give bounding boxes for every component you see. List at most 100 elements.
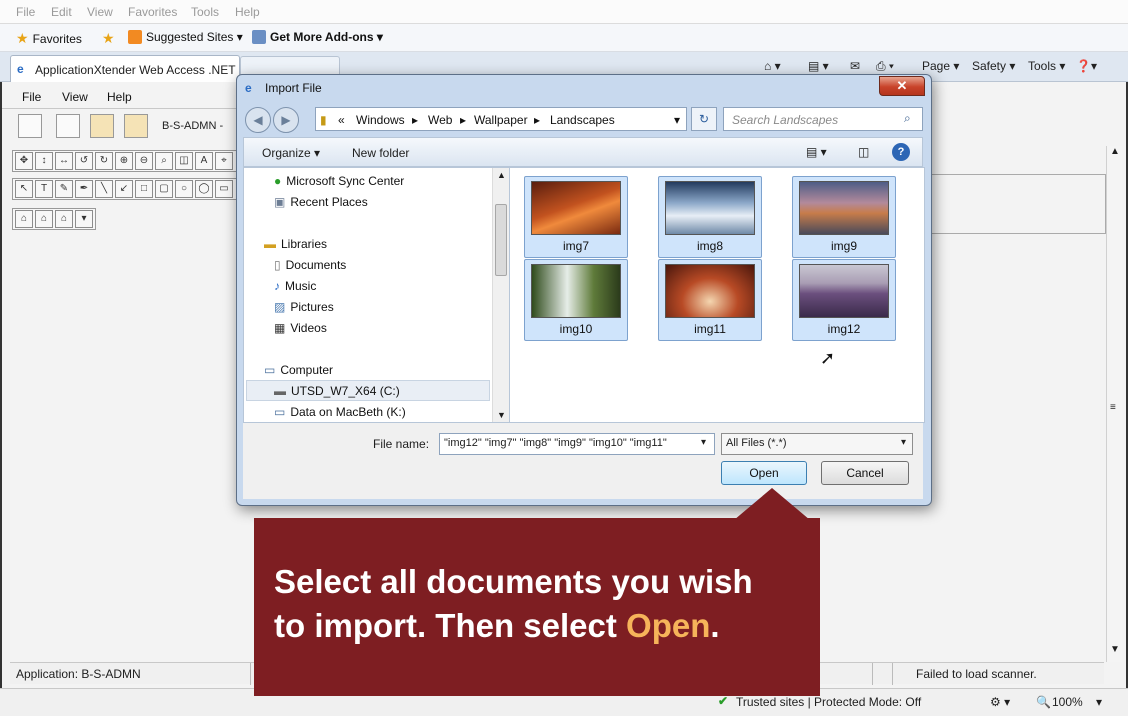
refresh-icon[interactable]: ↻ bbox=[691, 107, 717, 131]
music-icon: ♪ bbox=[274, 279, 280, 293]
region-icon[interactable]: ◫ bbox=[175, 152, 193, 170]
page-menu[interactable]: Page ▾ bbox=[922, 59, 959, 73]
breadcrumb-windows[interactable]: Windows bbox=[356, 113, 405, 127]
magnify-icon[interactable]: ⌕ bbox=[155, 152, 173, 170]
search-input[interactable]: Search Landscapes ⌕ bbox=[723, 107, 923, 131]
file-type-select[interactable]: All Files (*.*) ▾ bbox=[721, 433, 913, 455]
help-icon[interactable]: ? bbox=[892, 143, 910, 161]
nav-item-videos[interactable]: ▦ Videos bbox=[274, 321, 327, 335]
zoom-level[interactable]: 100% bbox=[1052, 695, 1083, 709]
feeds-icon[interactable]: ▤ ▾ bbox=[808, 59, 829, 73]
file-item-img12[interactable]: img12 bbox=[792, 259, 896, 341]
nav-item-recent-places[interactable]: ▣ Recent Places bbox=[274, 195, 368, 209]
batch-icon[interactable] bbox=[56, 114, 80, 138]
nav-item-c-drive[interactable]: ▬ UTSD_W7_X64 (C:) bbox=[274, 384, 400, 398]
ellipse-icon[interactable]: ○ bbox=[175, 180, 193, 198]
rotate-right-icon[interactable]: ↻ bbox=[95, 152, 113, 170]
highlighter-icon[interactable]: ✎ bbox=[55, 180, 73, 198]
nav-scrollbar[interactable]: ▲ ▼ bbox=[492, 168, 509, 422]
ie-menu-file[interactable]: File bbox=[16, 5, 35, 19]
protected-mode-icon[interactable]: ⚙ ▾ bbox=[990, 695, 1010, 709]
file-item-img11[interactable]: img11 bbox=[658, 259, 762, 341]
ie-menu-view[interactable]: View bbox=[87, 5, 113, 19]
breadcrumb-separator-icon[interactable]: ▸ bbox=[412, 113, 418, 127]
cancel-button[interactable]: Cancel bbox=[821, 461, 909, 485]
rectangle-icon[interactable]: □ bbox=[135, 180, 153, 198]
address-dropdown-icon[interactable]: ▾ bbox=[674, 113, 680, 127]
breadcrumb-overflow-icon[interactable]: « bbox=[338, 113, 345, 127]
ie-menu-favorites[interactable]: Favorites bbox=[128, 5, 177, 19]
print-icon[interactable]: ⎙ ▾ bbox=[876, 59, 894, 74]
ie-menu-edit[interactable]: Edit bbox=[51, 5, 72, 19]
pointer-icon[interactable]: ↖ bbox=[15, 180, 33, 198]
nav-item-libraries[interactable]: ▬ Libraries bbox=[264, 237, 327, 251]
nav-item-documents[interactable]: ▯ Documents bbox=[274, 258, 346, 272]
redact-icon[interactable]: ▭ bbox=[215, 180, 233, 198]
text-annotation-icon[interactable]: T bbox=[35, 180, 53, 198]
file-item-img7[interactable]: img7 bbox=[524, 176, 628, 258]
file-item-img9[interactable]: img9 bbox=[792, 176, 896, 258]
breadcrumb-wallpaper[interactable]: Wallpaper bbox=[474, 113, 528, 127]
address-bar[interactable]: ▮ « Windows ▸ Web ▸ Wallpaper ▸ Landscap… bbox=[315, 107, 687, 131]
safety-menu[interactable]: Safety ▾ bbox=[972, 59, 1015, 73]
filename-input[interactable]: "img12" "img7" "img8" "img9" "img10" "im… bbox=[439, 433, 715, 455]
file-item-img10[interactable]: img10 bbox=[524, 259, 628, 341]
fit-width-icon[interactable]: ↔ bbox=[55, 152, 73, 170]
security-zone[interactable]: Trusted sites | Protected Mode: Off bbox=[736, 695, 921, 709]
stamp-alt-icon[interactable]: ⌂ bbox=[35, 210, 53, 228]
preview-pane-icon[interactable]: ◫ bbox=[858, 145, 869, 159]
add-favorites-icon[interactable]: ★ bbox=[102, 30, 115, 47]
breadcrumb-separator-icon[interactable]: ▸ bbox=[534, 113, 540, 127]
filename-dropdown-icon[interactable]: ▾ bbox=[701, 437, 706, 448]
suggested-sites-button[interactable]: Suggested Sites ▾ bbox=[128, 30, 243, 44]
ie-menu-tools[interactable]: Tools bbox=[191, 5, 219, 19]
tab-application-xtender[interactable]: e ApplicationXtender Web Access .NET bbox=[10, 55, 240, 82]
fit-icon[interactable]: ✥ bbox=[15, 152, 33, 170]
fit-height-icon[interactable]: ↕ bbox=[35, 152, 53, 170]
get-addons-button[interactable]: Get More Add-ons ▾ bbox=[252, 30, 383, 44]
nav-item-music[interactable]: ♪ Music bbox=[274, 279, 316, 293]
arrow-icon[interactable]: ↙ bbox=[115, 180, 133, 198]
import-icon[interactable] bbox=[90, 114, 114, 138]
filled-rectangle-icon[interactable]: ▢ bbox=[155, 180, 173, 198]
breadcrumb-landscapes[interactable]: Landscapes bbox=[550, 113, 615, 127]
mail-icon[interactable]: ✉ bbox=[850, 59, 860, 73]
find-icon[interactable]: ⌖ bbox=[215, 152, 233, 170]
text-icon[interactable]: A bbox=[195, 152, 213, 170]
views-icon[interactable]: ▤ ▾ bbox=[806, 145, 827, 159]
new-folder-button[interactable]: New folder bbox=[352, 146, 409, 160]
help-icon[interactable]: ❓▾ bbox=[1076, 59, 1097, 73]
app-menu-help[interactable]: Help bbox=[107, 90, 132, 104]
zoom-in-icon[interactable]: ⊕ bbox=[115, 152, 133, 170]
breadcrumb-separator-icon[interactable]: ▸ bbox=[460, 113, 466, 127]
pen-icon[interactable]: ✒ bbox=[75, 180, 93, 198]
organize-button[interactable]: Organize ▾ bbox=[262, 146, 320, 160]
scan-icon[interactable] bbox=[18, 114, 42, 138]
app-menu-file[interactable]: File bbox=[22, 90, 41, 104]
tools-menu[interactable]: Tools ▾ bbox=[1028, 59, 1065, 73]
stamp-icon[interactable]: ⌂ bbox=[15, 210, 33, 228]
home-icon[interactable]: ⌂ ▾ bbox=[764, 59, 781, 73]
back-button[interactable]: ◀ bbox=[245, 107, 271, 133]
filled-ellipse-icon[interactable]: ◯ bbox=[195, 180, 213, 198]
ie-menu-help[interactable]: Help bbox=[235, 5, 260, 19]
stamp-select-icon[interactable]: ⌂ bbox=[55, 210, 73, 228]
close-button[interactable]: ✕ bbox=[879, 76, 925, 96]
app-menu-view[interactable]: View bbox=[62, 90, 88, 104]
zoom-out-icon[interactable]: ⊖ bbox=[135, 152, 153, 170]
chevron-down-icon[interactable]: ▾ bbox=[75, 210, 93, 228]
favorites-button[interactable]: ★ Favorites bbox=[16, 30, 82, 47]
line-icon[interactable]: ╲ bbox=[95, 180, 113, 198]
nav-item-k-drive[interactable]: ▭ Data on MacBeth (K:) bbox=[274, 405, 406, 419]
open-button[interactable]: Open bbox=[721, 461, 807, 485]
breadcrumb-web[interactable]: Web bbox=[428, 113, 452, 127]
rotate-left-icon[interactable]: ↺ bbox=[75, 152, 93, 170]
file-item-img8[interactable]: img8 bbox=[658, 176, 762, 258]
nav-item-computer[interactable]: ▭ Computer bbox=[264, 363, 333, 377]
zoom-chevron-icon[interactable]: ▾ bbox=[1096, 695, 1102, 709]
nav-item-pictures[interactable]: ▨ Pictures bbox=[274, 300, 334, 314]
nav-item-sync-center[interactable]: ● Microsoft Sync Center bbox=[274, 174, 404, 188]
new-document-icon[interactable] bbox=[124, 114, 148, 138]
forward-button[interactable]: ▶ bbox=[273, 107, 299, 133]
page-scrollbar[interactable]: ▲ ≡ ▼ bbox=[1106, 146, 1122, 662]
